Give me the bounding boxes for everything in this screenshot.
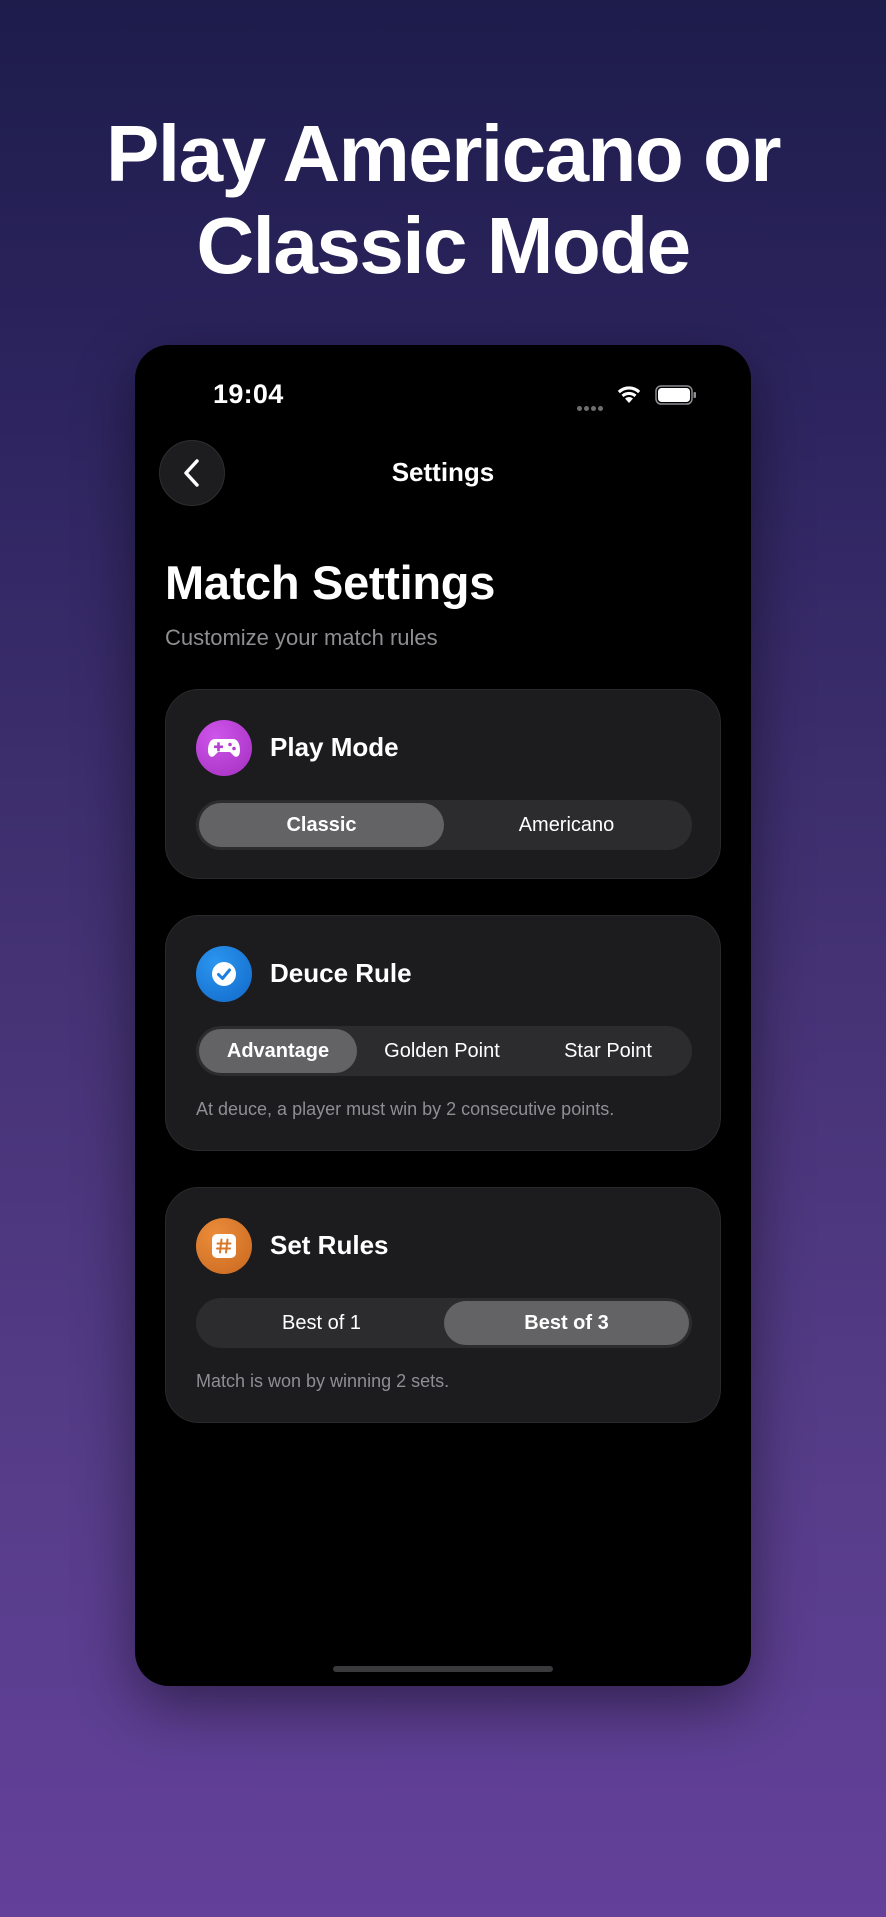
page-subtitle: Customize your match rules	[165, 625, 438, 650]
deuce-option-advantage[interactable]: Advantage	[199, 1029, 357, 1073]
promo-headline-line1: Play Americano or	[105, 109, 782, 198]
battery-icon	[655, 385, 696, 405]
nav-title: Settings	[391, 457, 495, 487]
play-mode-option-americano[interactable]: Americano	[444, 803, 689, 847]
set-rules-title: Set Rules	[270, 1230, 389, 1260]
set-option-best-of-1[interactable]: Best of 1	[199, 1301, 444, 1345]
home-indicator[interactable]	[333, 1666, 553, 1672]
promo-headline: Play Americano or Classic Mode	[0, 108, 886, 292]
status-time: 19:04	[213, 379, 284, 409]
play-mode-title: Play Mode	[270, 732, 399, 762]
hash-icon	[196, 1218, 252, 1274]
play-mode-card: Play Mode Classic Americano	[165, 689, 721, 879]
page-title: Match Settings	[165, 556, 496, 609]
deuce-rule-note: At deuce, a player must win by 2 consecu…	[196, 1099, 615, 1119]
deuce-rule-card: Deuce Rule Advantage Golden Point Star P…	[165, 915, 721, 1151]
deuce-option-golden-point[interactable]: Golden Point	[357, 1029, 527, 1073]
set-rules-segmented-control: Best of 1 Best of 3	[196, 1298, 692, 1348]
set-rules-card: Set Rules Best of 1 Best of 3 Match is w…	[165, 1187, 721, 1423]
set-option-best-of-3[interactable]: Best of 3	[444, 1301, 689, 1345]
cellular-signal-icon	[577, 398, 605, 416]
deuce-rule-segmented-control: Advantage Golden Point Star Point	[196, 1026, 692, 1076]
play-mode-option-classic[interactable]: Classic	[199, 803, 444, 847]
checkmark-icon	[196, 946, 252, 1002]
promo-headline-line2: Classic Mode	[196, 201, 691, 290]
deuce-option-star-point[interactable]: Star Point	[527, 1029, 689, 1073]
wifi-icon	[617, 386, 641, 403]
set-rules-note: Match is won by winning 2 sets.	[196, 1371, 450, 1391]
phone-screen: 19:04 Settings Match Settings Customize …	[135, 345, 751, 1686]
deuce-rule-title: Deuce Rule	[270, 958, 412, 988]
gamepad-icon	[196, 720, 252, 776]
play-mode-segmented-control: Classic Americano	[196, 800, 692, 850]
